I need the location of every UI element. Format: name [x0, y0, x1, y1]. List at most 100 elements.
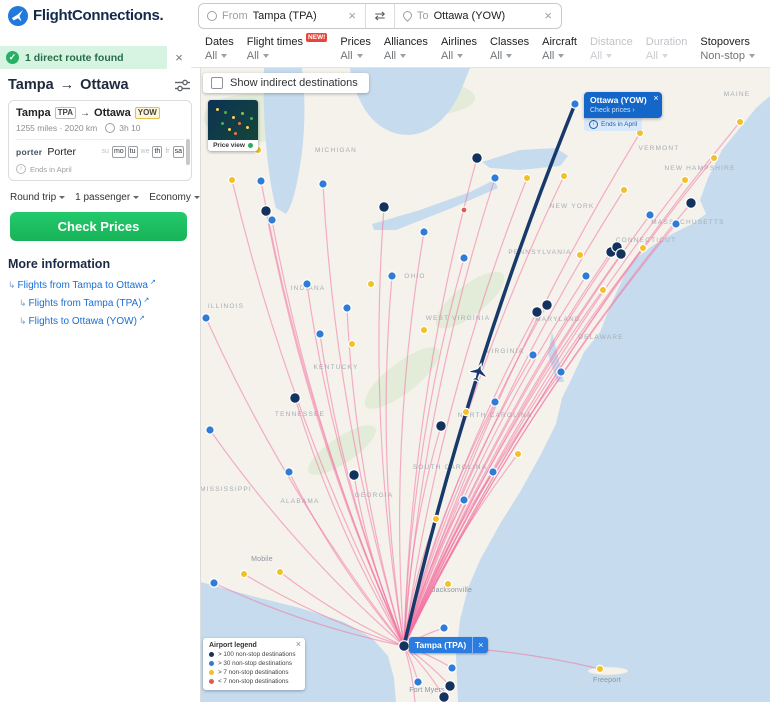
airport-marker[interactable]	[596, 665, 603, 672]
show-indirect-control[interactable]: Show indirect destinations	[203, 73, 369, 93]
airport-marker[interactable]	[491, 174, 499, 182]
airport-marker[interactable]	[460, 496, 468, 504]
from-field[interactable]: From Tampa (TPA) ×	[199, 4, 365, 28]
airline-row[interactable]: porter Porter sumotuwethfrsa	[16, 146, 184, 158]
clear-from-button[interactable]: ×	[347, 8, 357, 23]
airport-marker[interactable]	[491, 398, 499, 406]
airport-marker[interactable]	[343, 304, 351, 312]
airport-marker[interactable]	[420, 228, 428, 236]
airport-marker[interactable]	[432, 515, 439, 522]
airport-marker[interactable]	[514, 450, 521, 457]
more-info-link-2[interactable]: ↳Flights to Ottawa (YOW)↗	[19, 316, 192, 327]
airport-marker[interactable]	[439, 692, 450, 702]
filter-classes[interactable]: ClassesAll	[490, 36, 529, 62]
airport-marker[interactable]	[444, 580, 451, 587]
airport-marker[interactable]	[616, 249, 627, 260]
map-canvas[interactable]: MICHIGANMAINEVERMONTNEW HAMPSHIREMASSACH…	[201, 68, 770, 702]
airport-marker[interactable]	[268, 216, 276, 224]
price-view-toggle[interactable]: Price view	[208, 100, 258, 151]
more-info-link-1[interactable]: ↳Flights from Tampa (TPA)↗	[19, 298, 192, 309]
airport-marker[interactable]	[316, 330, 324, 338]
show-indirect-checkbox[interactable]	[211, 77, 223, 89]
filter-stopovers[interactable]: StopoversNon-stop	[700, 36, 755, 62]
airport-marker[interactable]	[489, 468, 497, 476]
legend-close-button[interactable]: ×	[296, 640, 301, 648]
airport-marker[interactable]	[448, 664, 456, 672]
logo[interactable]: FlightConnections.	[8, 6, 198, 26]
airport-marker[interactable]	[388, 272, 396, 280]
scrollbar-thumb[interactable]	[186, 139, 190, 165]
filter-alliances[interactable]: AlliancesAll	[384, 36, 428, 62]
trip-option-0[interactable]: Round trip	[10, 192, 65, 203]
airport-marker[interactable]	[420, 326, 427, 333]
airport-marker[interactable]	[228, 176, 235, 183]
airport-marker[interactable]	[440, 624, 448, 632]
toast-close-button[interactable]: ×	[167, 46, 191, 69]
airport-marker[interactable]	[686, 198, 697, 209]
airport-marker[interactable]	[399, 641, 410, 652]
airport-marker[interactable]	[571, 100, 579, 108]
airport-marker[interactable]	[462, 408, 469, 415]
map[interactable]: MICHIGANMAINEVERMONTNEW HAMPSHIREMASSACH…	[201, 68, 770, 702]
airport-marker[interactable]	[290, 393, 301, 404]
airport-marker[interactable]	[576, 251, 583, 258]
airport-marker[interactable]	[529, 351, 537, 359]
trip-option-2[interactable]: Economy	[149, 192, 200, 203]
more-info-link-0[interactable]: ↳Flights from Tampa to Ottawa↗	[8, 280, 192, 291]
airport-marker[interactable]	[681, 176, 688, 183]
airport-marker[interactable]	[257, 177, 265, 185]
airport-marker[interactable]	[261, 206, 272, 217]
airport-marker[interactable]	[303, 280, 311, 288]
airport-marker[interactable]	[348, 340, 355, 347]
airport-marker[interactable]	[646, 211, 654, 219]
filter-dates[interactable]: DatesAll	[205, 36, 234, 62]
airport-marker[interactable]	[285, 468, 293, 476]
airport-marker[interactable]	[379, 202, 390, 213]
airport-marker[interactable]	[557, 368, 565, 376]
route-card-header: Tampa TPA → Ottawa YOW	[16, 107, 184, 119]
trip-option-1[interactable]: 1 passenger	[75, 192, 139, 203]
swap-button[interactable]: ⇄	[365, 4, 395, 28]
origin-label-close-button[interactable]: ×	[472, 637, 488, 653]
destination-popup-check-prices[interactable]: Check prices ›	[590, 107, 647, 114]
airport-marker[interactable]	[240, 570, 247, 577]
airport-marker[interactable]	[461, 207, 467, 213]
airport-marker[interactable]	[542, 300, 553, 311]
check-prices-button[interactable]: Check Prices	[10, 212, 187, 241]
airport-marker[interactable]	[599, 286, 606, 293]
map-label: MAINE	[724, 91, 751, 98]
airport-marker[interactable]	[523, 174, 530, 181]
airport-marker[interactable]	[620, 186, 627, 193]
airport-marker[interactable]	[710, 154, 717, 161]
airport-marker[interactable]	[202, 314, 210, 322]
airport-marker[interactable]	[210, 579, 218, 587]
filter-aircraft[interactable]: AircraftAll	[542, 36, 577, 62]
airport-marker[interactable]	[445, 681, 456, 692]
airport-marker[interactable]	[672, 220, 680, 228]
airport-marker[interactable]	[367, 280, 374, 287]
route-filters-button[interactable]	[175, 79, 190, 92]
destination-popup-close-button[interactable]: ×	[653, 94, 658, 102]
airport-marker[interactable]	[532, 307, 543, 318]
airport-marker[interactable]	[319, 180, 327, 188]
route-card[interactable]: Tampa TPA → Ottawa YOW 1255 miles · 2020…	[8, 100, 192, 181]
branch-arrow-icon: ↳	[19, 298, 27, 309]
to-field[interactable]: To Ottawa (YOW) ×	[395, 4, 561, 28]
airport-marker[interactable]	[639, 244, 646, 251]
origin-map-label[interactable]: Tampa (TPA) ×	[409, 637, 488, 653]
filter-flight-times[interactable]: Flight timesNEW!All	[247, 36, 328, 62]
filter-airlines[interactable]: AirlinesAll	[441, 36, 477, 62]
airport-marker[interactable]	[206, 426, 214, 434]
airport-marker[interactable]	[460, 254, 468, 262]
airport-marker[interactable]	[436, 421, 447, 432]
clear-to-button[interactable]: ×	[543, 8, 553, 23]
filter-prices[interactable]: PricesAll	[340, 36, 371, 62]
map-label: ILLINOIS	[208, 303, 244, 310]
airport-marker[interactable]	[582, 272, 590, 280]
airport-marker[interactable]	[414, 678, 422, 686]
airport-marker[interactable]	[276, 568, 283, 575]
airport-marker[interactable]	[349, 470, 360, 481]
airport-marker[interactable]	[472, 153, 483, 164]
airport-marker[interactable]	[560, 172, 567, 179]
airport-marker[interactable]	[736, 118, 743, 125]
